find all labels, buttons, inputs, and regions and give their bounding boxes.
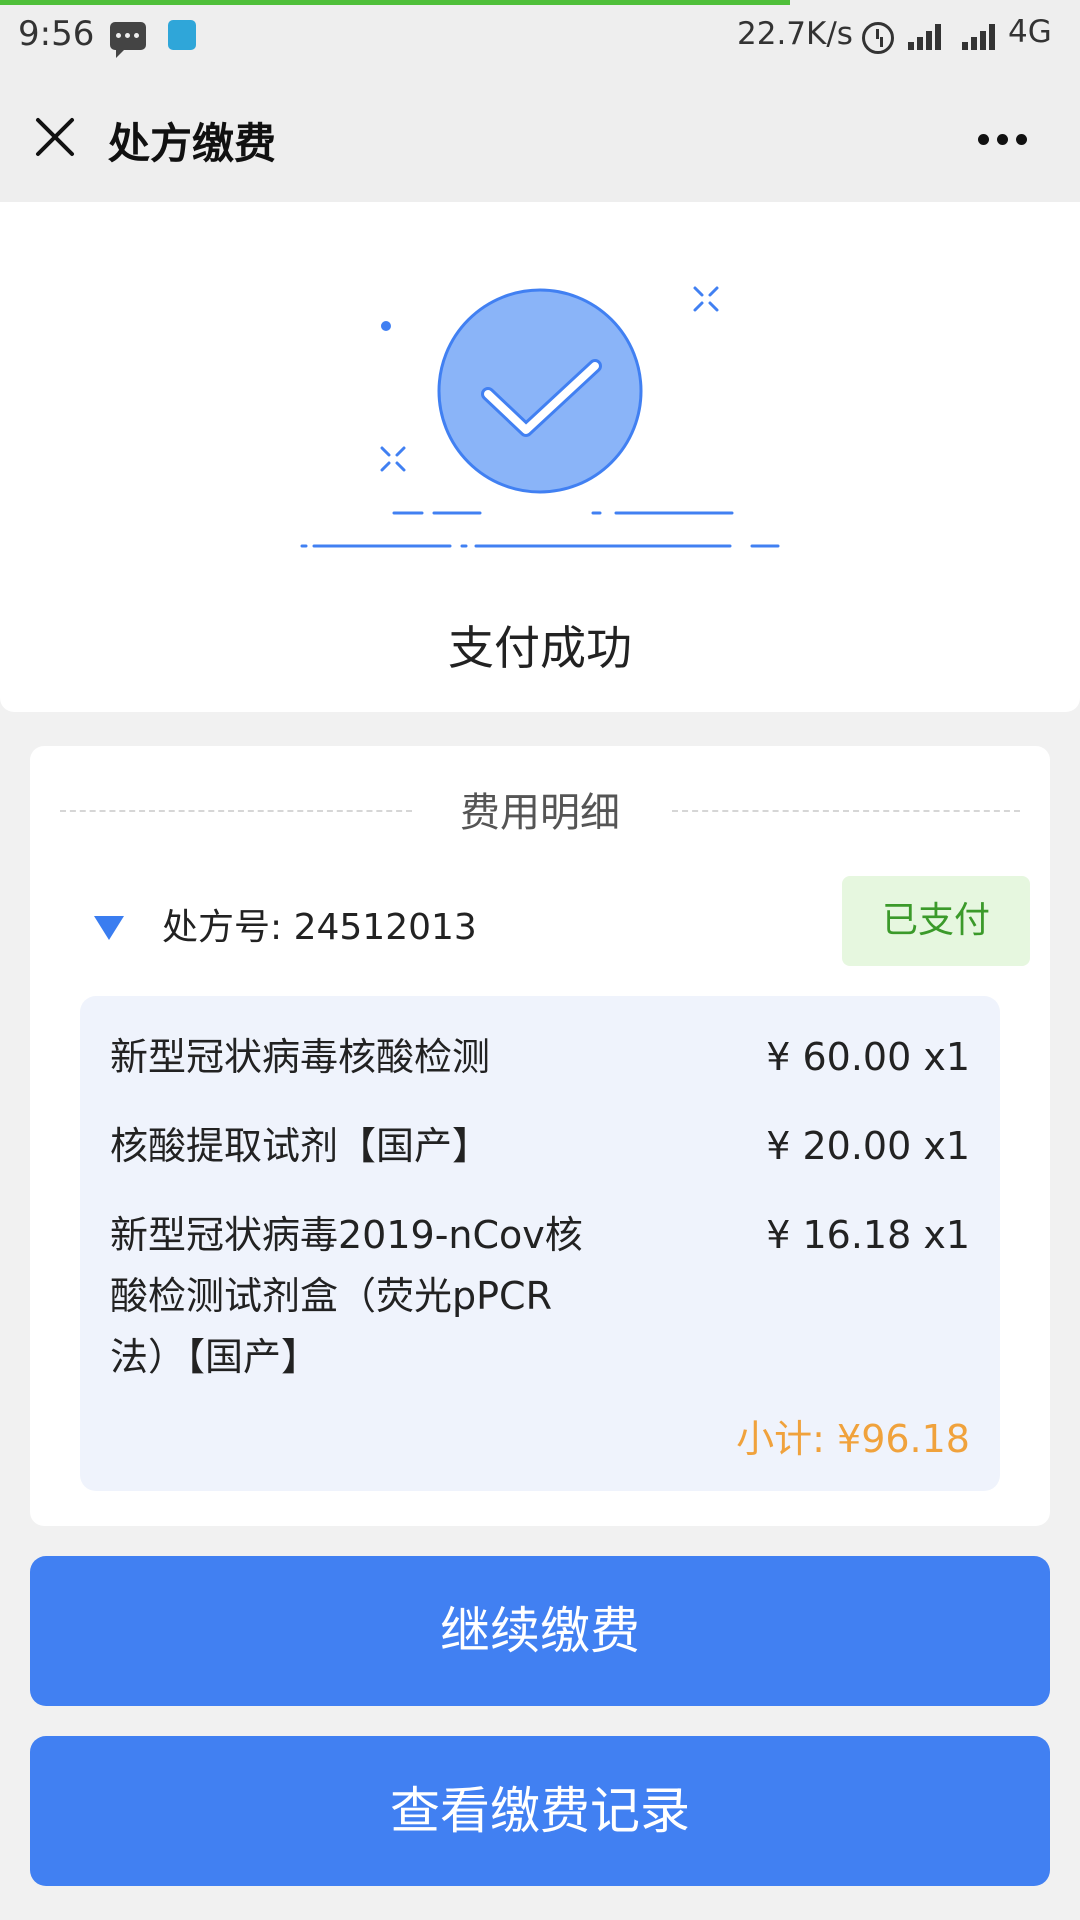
app-notification-icon <box>168 20 196 50</box>
item-price: ¥ 20.00 x1 <box>766 1124 970 1168</box>
item-name: 新型冠状病毒核酸检测 <box>110 1035 491 1079</box>
status-bar: 9:56 22.7K/s 4G <box>0 0 1080 72</box>
fee-details-header: 费用明细 <box>60 780 1020 840</box>
signal-icon <box>962 22 1002 50</box>
fee-details-card: 费用明细 处方号: 24512013 已支付 新型冠状病毒核酸检测 ¥ 60.0… <box>30 746 1050 1526</box>
item-name: 新型冠状病毒2019-nCov核 <box>110 1213 583 1257</box>
network-type: 4G <box>1008 14 1052 50</box>
item-price: ¥ 60.00 x1 <box>766 1035 970 1079</box>
page-title: 处方缴费 <box>108 119 277 168</box>
status-badge: 已支付 <box>842 876 1030 966</box>
alarm-icon <box>862 22 894 54</box>
prescription-row[interactable]: 处方号: 24512013 已支付 <box>60 876 1030 966</box>
fee-details-title: 费用明细 <box>460 790 620 836</box>
close-icon[interactable] <box>30 112 80 162</box>
item-name: 酸检测试剂盒（荧光pPCR <box>110 1274 552 1318</box>
subtotal: 小计: ¥96.18 <box>736 1417 970 1461</box>
network-speed: 22.7K/s <box>737 16 853 52</box>
item-name: 法）【国产】 <box>110 1335 320 1379</box>
page-load-progress <box>0 0 790 5</box>
divider <box>672 810 1020 812</box>
more-options-icon[interactable] <box>976 132 1030 146</box>
continue-pay-button[interactable]: 继续缴费 <box>30 1556 1050 1706</box>
payment-success-card: 支付成功 <box>0 202 1080 712</box>
title-bar: 处方缴费 <box>0 72 1080 202</box>
item-price: ¥ 16.18 x1 <box>766 1213 970 1257</box>
view-payment-records-button[interactable]: 查看缴费记录 <box>30 1736 1050 1886</box>
signal-icon <box>908 22 948 50</box>
success-message: 支付成功 <box>448 621 632 675</box>
expand-triangle-icon[interactable] <box>94 916 124 940</box>
success-check-icon <box>300 286 780 548</box>
fee-items-list: 新型冠状病毒核酸检测 ¥ 60.00 x1 核酸提取试剂【国产】 ¥ 20.00… <box>80 996 1000 1491</box>
prescription-number: 处方号: 24512013 <box>162 907 477 948</box>
item-name: 核酸提取试剂【国产】 <box>110 1124 491 1168</box>
message-icon <box>110 22 146 58</box>
status-time: 9:56 <box>18 14 95 54</box>
